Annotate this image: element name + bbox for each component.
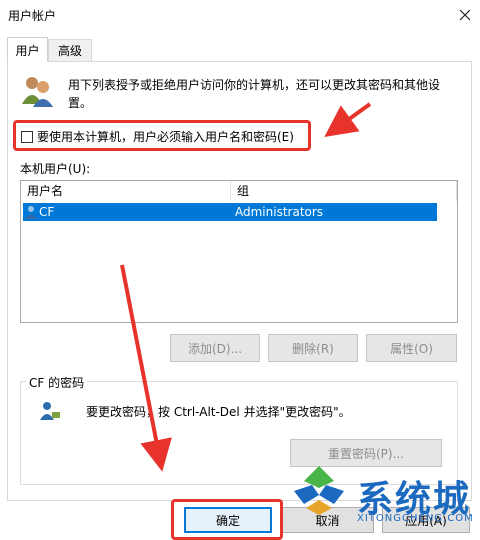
tab-users-label: 用户	[15, 43, 40, 58]
watermark-url: XITONGCHENG.COM	[357, 513, 474, 524]
arrow-to-ok	[120, 264, 172, 472]
tab-users[interactable]: 用户	[7, 37, 48, 62]
annotation-arrows	[120, 102, 372, 472]
arrow-to-checkbox	[324, 102, 372, 138]
watermark-logo-icon	[290, 464, 348, 516]
